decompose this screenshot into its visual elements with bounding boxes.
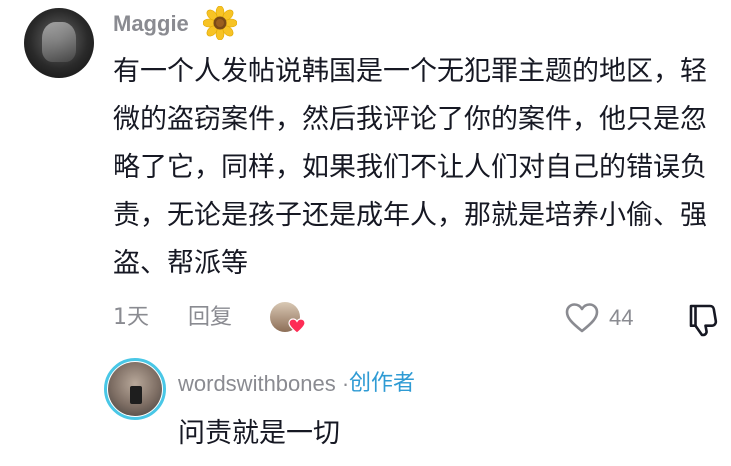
- reply-button[interactable]: 回复: [188, 300, 232, 336]
- phone-shape: [130, 386, 142, 404]
- reply-username[interactable]: wordswithbones ·: [178, 368, 349, 400]
- reply-avatar[interactable]: [108, 362, 162, 416]
- comment-time: 1天: [113, 305, 149, 330]
- reply-username-text[interactable]: wordswithbones: [178, 371, 336, 396]
- dislike-icon[interactable]: [683, 300, 721, 338]
- heart-icon: [288, 318, 306, 334]
- commenter-username[interactable]: Maggie: [113, 8, 189, 40]
- avatar-figure: [42, 22, 76, 62]
- creator-badge: 创作者: [349, 371, 416, 396]
- comment-text: 有一个人发帖说韩国是一个无犯罪主题的地区，轻微的盗窃案件，然后我评论了你的案件，…: [113, 56, 707, 279]
- like-count: 44: [609, 305, 634, 330]
- commenter-avatar[interactable]: [24, 8, 94, 78]
- username-separator: ·: [335, 371, 350, 396]
- reply-text: 问责就是一切: [178, 418, 340, 449]
- heart-outline-icon[interactable]: [564, 302, 600, 334]
- sunflower-icon: [203, 6, 237, 40]
